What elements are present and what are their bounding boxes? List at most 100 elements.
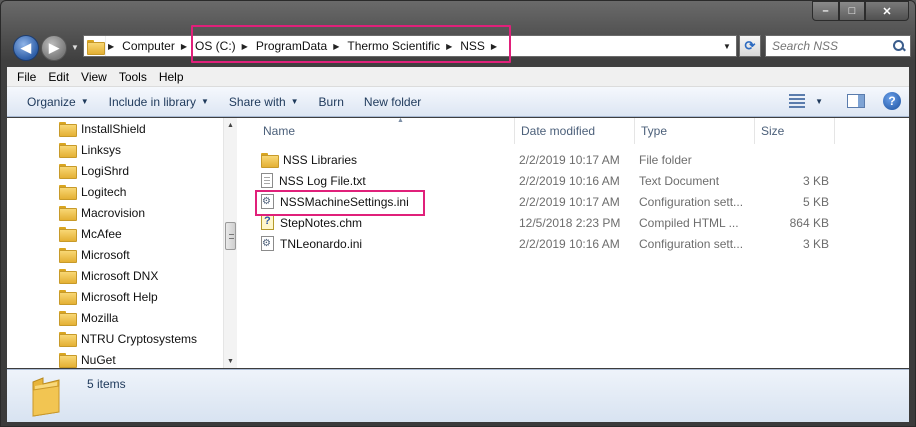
file-row-nss-libraries[interactable]: NSS Libraries 2/2/2019 10:17 AM File fol… xyxy=(239,149,909,170)
burn-button[interactable]: Burn xyxy=(309,95,354,109)
include-in-library-button[interactable]: Include in library ▼ xyxy=(99,95,219,109)
organize-button[interactable]: Organize ▼ xyxy=(7,95,99,109)
address-chevron-icon[interactable]: ▶ xyxy=(106,42,118,51)
address-bar[interactable]: ▶ Computer ▶ OS (C:) ▶ ProgramData ▶ The… xyxy=(83,35,737,57)
tree-item-logitech[interactable]: Logitech xyxy=(59,181,126,202)
maximize-button[interactable]: □ xyxy=(839,1,865,21)
menu-edit[interactable]: Edit xyxy=(42,70,75,84)
tree-item-mozilla[interactable]: Mozilla xyxy=(59,307,118,328)
breadcrumb-chevron-icon[interactable]: ▶ xyxy=(444,42,456,51)
tree-item-label: Logitech xyxy=(81,184,127,199)
file-name: TNLeonardo.ini xyxy=(280,236,363,251)
scroll-down-icon[interactable]: ▼ xyxy=(224,354,237,368)
tree-item-microsoft-dnx[interactable]: Microsoft DNX xyxy=(59,265,158,286)
tree-item-linksys[interactable]: Linksys xyxy=(59,139,121,160)
breadcrumb-computer[interactable]: Computer xyxy=(118,36,179,56)
scroll-up-icon[interactable]: ▲ xyxy=(224,118,237,132)
breadcrumb-nss[interactable]: NSS xyxy=(456,36,489,56)
file-row-nss-log-file[interactable]: NSS Log File.txt 2/2/2019 10:16 AM Text … xyxy=(239,170,909,191)
menu-tools[interactable]: Tools xyxy=(113,70,153,84)
text-file-icon xyxy=(261,173,273,188)
file-date: 2/2/2019 10:16 AM xyxy=(519,236,620,251)
navigation-pane: InstallShield Linksys LogiShrd Logitech … xyxy=(7,118,237,368)
tree-item-microsoft-help[interactable]: Microsoft Help xyxy=(59,286,158,307)
address-history-dropdown-icon[interactable]: ▼ xyxy=(718,42,736,51)
tree-item-nuget[interactable]: NuGet xyxy=(59,349,116,370)
folder-icon xyxy=(59,269,77,284)
tree-item-label: Linksys xyxy=(81,142,122,157)
tree-item-label: Microsoft Help xyxy=(81,289,158,304)
menu-file[interactable]: File xyxy=(7,70,42,84)
menu-help[interactable]: Help xyxy=(153,70,190,84)
breadcrumb-chevron-icon[interactable]: ▶ xyxy=(331,42,343,51)
search-icon[interactable] xyxy=(892,39,906,53)
view-options-dropdown-icon[interactable]: ▼ xyxy=(815,97,823,106)
help-icon[interactable]: ? xyxy=(883,92,901,110)
breadcrumb-programdata[interactable]: ProgramData xyxy=(252,36,331,56)
folder-icon xyxy=(59,332,77,347)
tree-item-mcafee[interactable]: McAfee xyxy=(59,223,122,244)
minimize-button[interactable]: – xyxy=(812,1,839,21)
folder-icon xyxy=(59,227,77,242)
file-row-nss-machine-settings[interactable]: NSSMachineSettings.ini 2/2/2019 10:17 AM… xyxy=(239,191,909,212)
navigation-pane-scrollbar[interactable]: ▲ ▼ xyxy=(223,118,237,368)
file-type: Configuration sett... xyxy=(639,194,744,209)
forward-button[interactable]: ▶ xyxy=(41,35,67,61)
menu-view[interactable]: View xyxy=(75,70,113,84)
tree-item-installshield[interactable]: InstallShield xyxy=(59,118,146,139)
file-type: File folder xyxy=(639,152,692,167)
file-type: Compiled HTML ... xyxy=(639,215,739,230)
command-bar: Organize ▼ Include in library ▼ Share with… xyxy=(7,87,909,117)
breadcrumb-thermo-scientific[interactable]: Thermo Scientific xyxy=(343,36,444,56)
column-header-date[interactable]: Date modified xyxy=(515,118,635,144)
tree-item-label: Macrovision xyxy=(81,205,146,220)
tree-item-ntru-cryptosystems[interactable]: NTRU Cryptosystems xyxy=(59,328,197,349)
share-with-label: Share with xyxy=(228,94,286,109)
close-button[interactable]: ✕ xyxy=(865,1,909,21)
refresh-button[interactable]: ⟳ xyxy=(739,35,761,57)
organize-label: Organize xyxy=(27,94,76,109)
file-name: StepNotes.chm xyxy=(280,215,363,230)
column-date-label: Date modified xyxy=(521,124,596,138)
column-header-type[interactable]: Type xyxy=(635,118,755,144)
breadcrumb-chevron-icon[interactable]: ▶ xyxy=(489,42,501,51)
tree-item-label: Mozilla xyxy=(81,310,119,325)
scrollbar-thumb[interactable] xyxy=(225,222,236,250)
tree-item-microsoft[interactable]: Microsoft xyxy=(59,244,130,265)
help-file-icon xyxy=(261,215,274,230)
tree-item-logishrd[interactable]: LogiShrd xyxy=(59,160,129,181)
tree-item-label: Microsoft DNX xyxy=(81,268,159,283)
change-view-icon[interactable] xyxy=(789,94,806,108)
caption-buttons: – □ ✕ xyxy=(812,1,909,21)
sort-ascending-icon: ▲ xyxy=(397,117,404,124)
column-header-size[interactable]: Size xyxy=(755,118,835,144)
recent-pages-dropdown-icon[interactable]: ▼ xyxy=(71,43,79,52)
folder-icon xyxy=(59,164,77,179)
menu-bar: File Edit View Tools Help xyxy=(7,67,909,87)
explorer-window: – □ ✕ ◀ ▶ ▼ ▶ Computer ▶ OS (C:) ▶ Progr… xyxy=(0,0,916,427)
config-file-icon xyxy=(261,194,274,209)
breadcrumb-os-c[interactable]: OS (C:) xyxy=(191,36,240,56)
new-folder-button[interactable]: New folder xyxy=(354,95,431,109)
address-folder-icon xyxy=(84,36,106,56)
column-type-label: Type xyxy=(641,124,668,138)
column-header-name[interactable]: Name ▲ xyxy=(257,117,515,144)
file-row-stepnotes[interactable]: StepNotes.chm 12/5/2018 2:23 PM Compiled… xyxy=(239,212,909,233)
folder-icon xyxy=(59,248,77,263)
tree-item-macrovision[interactable]: Macrovision xyxy=(59,202,145,223)
preview-pane-icon[interactable] xyxy=(847,94,865,108)
file-size: 3 KB xyxy=(802,236,829,251)
breadcrumb-chevron-icon[interactable]: ▶ xyxy=(179,42,191,51)
back-button[interactable]: ◀ xyxy=(13,35,39,61)
file-row-tnleonardo[interactable]: TNLeonardo.ini 2/2/2019 10:16 AM Configu… xyxy=(239,233,909,254)
file-name: NSS Libraries xyxy=(283,152,358,167)
file-type: Configuration sett... xyxy=(639,236,744,251)
search-box[interactable] xyxy=(765,35,911,57)
search-input[interactable] xyxy=(772,39,882,53)
folder-icon xyxy=(59,290,77,305)
share-with-button[interactable]: Share with ▼ xyxy=(219,95,309,109)
breadcrumb-chevron-icon[interactable]: ▶ xyxy=(240,42,252,51)
tree-item-label: Microsoft xyxy=(81,247,130,262)
folder-icon xyxy=(261,153,279,168)
folder-icon xyxy=(59,122,77,137)
